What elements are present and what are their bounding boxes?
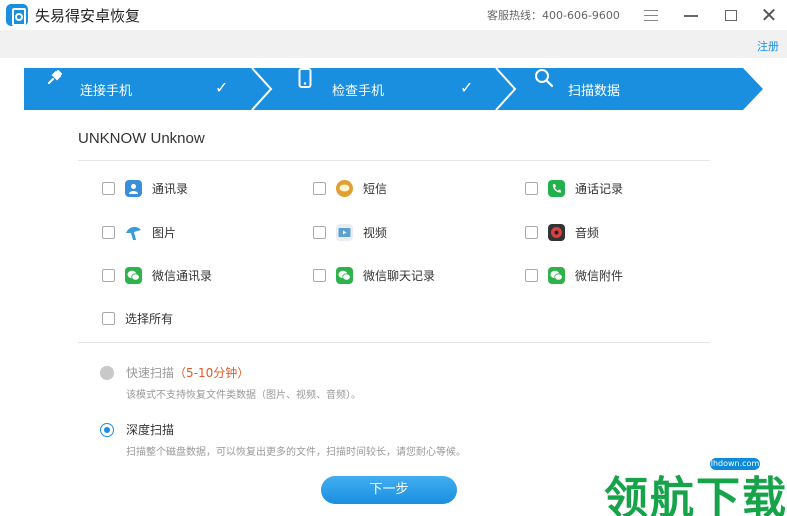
- scan-description: 扫描整个磁盘数据，可以恢复出更多的文件，扫描时间较长，请您耐心等候。: [126, 447, 466, 458]
- option-label: 微信通讯录: [152, 269, 213, 283]
- title-bar: 失易得安卓恢复 客服热线：400-606-9600 ✕: [0, 0, 787, 30]
- step-label: 连接手机: [80, 83, 133, 99]
- hotline-text: 客服热线：400-606-9600: [487, 9, 620, 22]
- check-icon: ✓: [460, 78, 474, 97]
- option-label: 短信: [363, 182, 388, 196]
- menu-icon[interactable]: [640, 4, 662, 26]
- option-video[interactable]: 视频: [313, 224, 387, 241]
- option-call-log[interactable]: 通话记录: [525, 180, 623, 197]
- sms-icon: [336, 180, 353, 197]
- step-progress-bar: 连接手机 ✓ 检查手机 ✓ 扫描数据: [24, 68, 763, 110]
- option-wechat-chats[interactable]: 微信聊天记录: [313, 267, 435, 284]
- option-wechat-contacts[interactable]: 微信通讯录: [102, 267, 212, 284]
- scan-title: 深度扫描: [126, 423, 175, 437]
- select-all-label: 选择所有: [125, 312, 174, 326]
- divider: [78, 160, 710, 161]
- checkbox[interactable]: [525, 226, 538, 239]
- scan-duration: （5-10分钟）: [174, 366, 250, 380]
- search-icon: [534, 69, 554, 99]
- checkbox[interactable]: [525, 182, 538, 195]
- checkbox[interactable]: [102, 226, 115, 239]
- wechat-icon: [336, 267, 353, 284]
- select-all[interactable]: 选择所有: [102, 310, 173, 327]
- option-label: 通讯录: [152, 182, 189, 196]
- app-title: 失易得安卓恢复: [35, 7, 141, 25]
- checkbox[interactable]: [313, 269, 326, 282]
- checkbox[interactable]: [313, 182, 326, 195]
- minimize-button[interactable]: [680, 4, 702, 26]
- scan-description: 该模式不支持恢复文件类数据（图片、视频、音频）。: [126, 390, 361, 401]
- radio-button[interactable]: [100, 422, 114, 437]
- option-label: 音频: [575, 226, 600, 240]
- check-icon: ✓: [215, 78, 229, 97]
- checkbox[interactable]: [102, 312, 115, 325]
- watermark: 领航下载 lhdown.com: [604, 452, 787, 516]
- video-icon: [336, 224, 353, 241]
- checkbox[interactable]: [525, 269, 538, 282]
- watermark-text: 领航下载: [604, 473, 787, 516]
- radio-button[interactable]: [100, 365, 114, 380]
- option-label: 微信聊天记录: [363, 269, 436, 283]
- checkbox[interactable]: [313, 226, 326, 239]
- register-bar: 注册: [0, 30, 787, 58]
- checkbox[interactable]: [102, 269, 115, 282]
- device-name: UNKNOW Unknow: [78, 130, 205, 147]
- step-label: 扫描数据: [568, 83, 621, 99]
- call-log-icon: [548, 180, 565, 197]
- step-check-phone: 检查手机: [298, 68, 384, 110]
- checkbox[interactable]: [102, 182, 115, 195]
- plug-icon: [46, 70, 66, 99]
- option-photos[interactable]: 图片: [102, 224, 176, 241]
- deep-scan-option[interactable]: 深度扫描: [100, 421, 174, 438]
- step-connect-phone: 连接手机: [46, 68, 132, 110]
- contacts-icon: [125, 180, 142, 197]
- audio-icon: [548, 224, 565, 241]
- divider: [78, 342, 710, 343]
- phone-icon: [298, 68, 318, 99]
- option-contacts[interactable]: 通讯录: [102, 180, 188, 197]
- step-label: 检查手机: [332, 83, 385, 99]
- quick-scan-option[interactable]: 快速扫描 （5-10分钟）: [100, 364, 249, 381]
- option-wechat-attachments[interactable]: 微信附件: [525, 267, 623, 284]
- option-label: 视频: [363, 226, 388, 240]
- option-label: 微信附件: [575, 269, 624, 283]
- step-scan-data: 扫描数据: [534, 68, 620, 110]
- photo-icon: [125, 224, 142, 241]
- wechat-icon: [548, 267, 565, 284]
- scan-title: 快速扫描: [126, 366, 175, 380]
- register-link[interactable]: 注册: [757, 38, 779, 54]
- watermark-domain: lhdown.com: [710, 458, 760, 470]
- option-sms[interactable]: 短信: [313, 180, 387, 197]
- option-label: 通话记录: [575, 182, 624, 196]
- option-audio[interactable]: 音频: [525, 224, 599, 241]
- maximize-button[interactable]: [720, 4, 742, 26]
- option-label: 图片: [152, 226, 177, 240]
- close-button[interactable]: ✕: [758, 4, 780, 26]
- next-button[interactable]: 下一步: [321, 476, 457, 504]
- app-logo-icon: [6, 4, 28, 26]
- wechat-icon: [125, 267, 142, 284]
